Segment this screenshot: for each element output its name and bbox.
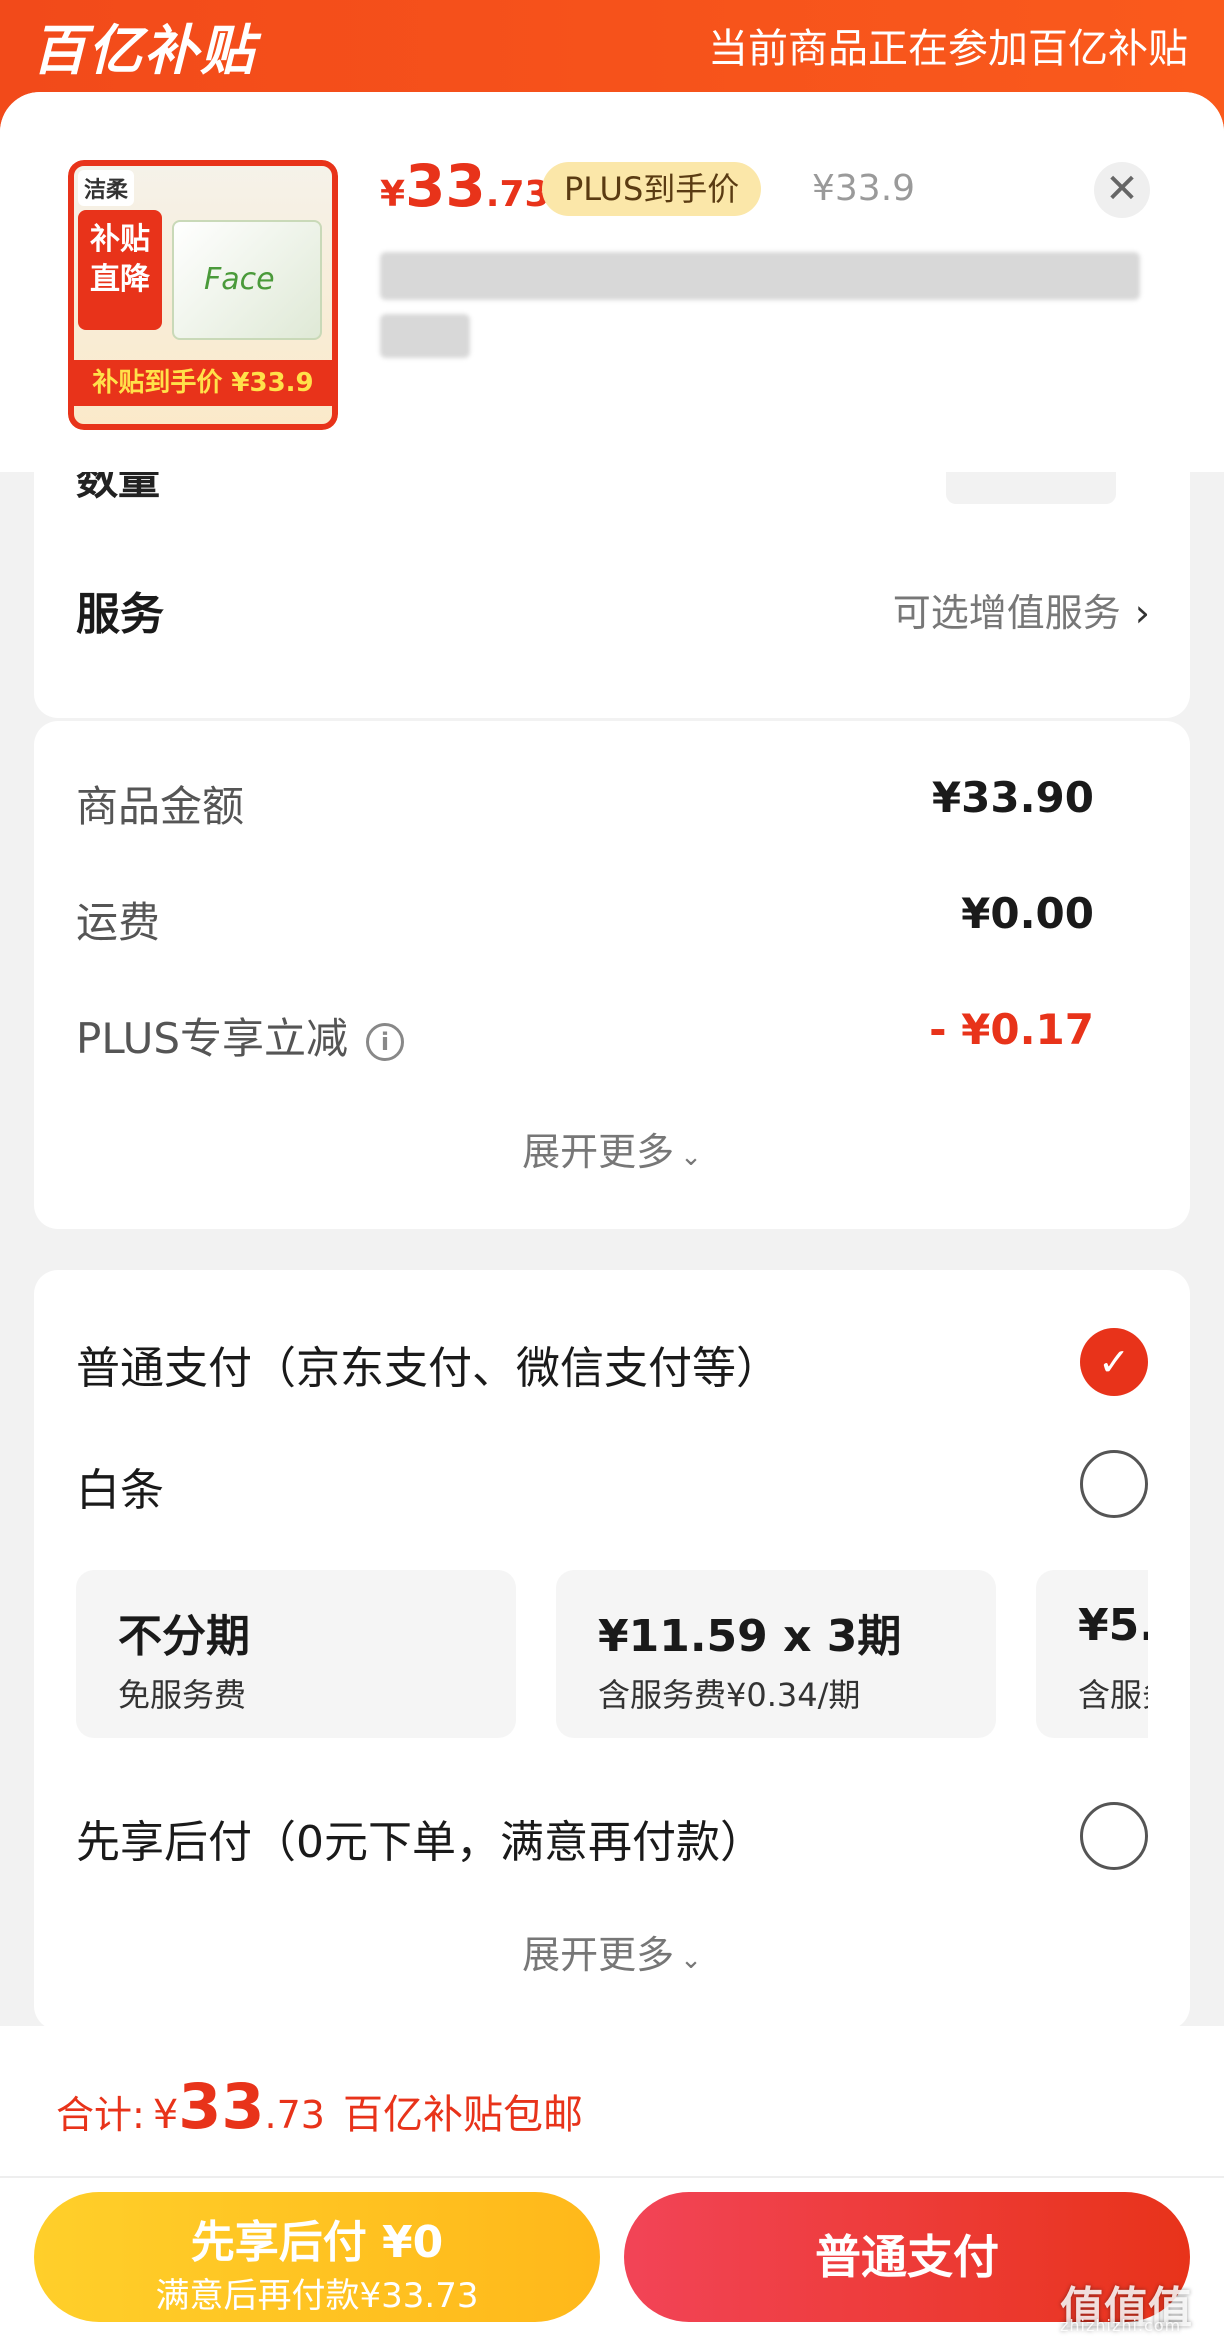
payment-option-normal-label[interactable]: 普通支付（京东支付、微信支付等） xyxy=(76,1332,780,1396)
product-image[interactable]: 洁柔 补贴直降 Face 补贴到手价 ¥33.9 xyxy=(68,160,338,430)
product-header: 洁柔 补贴直降 Face 补贴到手价 ¥33.9 ¥33.73 PLUS到手价 … xyxy=(0,92,1224,472)
expand-label: 展开更多 xyxy=(522,1130,675,1174)
free-shipping-note: 百亿补贴包邮 xyxy=(342,2092,583,2138)
plus-price-badge: PLUS到手价 xyxy=(542,162,762,216)
product-title-blurred xyxy=(380,252,1160,362)
price-currency: ¥ xyxy=(380,174,406,215)
image-price-strip: 补贴到手价 ¥33.9 xyxy=(68,360,338,406)
summary-label-plus-discount: PLUS专享立减 i xyxy=(76,1005,405,1066)
installment-plan-none[interactable]: 不分期 免服务费 xyxy=(76,1570,516,1738)
total-decimal: .73 xyxy=(264,2093,325,2137)
summary-value-shipping: ¥0.00 xyxy=(961,889,1094,938)
image-pack-label: Face xyxy=(204,262,275,297)
service-card: 服务 可选增值服务 › xyxy=(34,522,1190,718)
plan-subtitle: 含服务费¥0.34/期 xyxy=(598,1676,861,1714)
image-subsidy-tag: 补贴直降 xyxy=(78,210,162,330)
chevron-down-icon: ⌄ xyxy=(680,1142,702,1172)
service-label: 服务 xyxy=(76,589,164,640)
summary-expand-button[interactable]: 展开更多 ⌄ xyxy=(34,1121,1190,1176)
pay-later-subtitle: 满意后再付款¥33.73 xyxy=(155,2276,479,2316)
price-decimal: .73 xyxy=(485,174,550,215)
plan-title: ¥11.59 x 3期 xyxy=(598,1611,902,1662)
plan-subtitle: 含服务费 xyxy=(1078,1676,1148,1714)
info-icon[interactable]: i xyxy=(366,1022,405,1061)
action-bar: 先享后付 ¥0 满意后再付款¥33.73 普通支付 xyxy=(0,2176,1224,2337)
summary-value-goods: ¥33.90 xyxy=(931,773,1094,822)
pay-later-title: 先享后付 ¥0 xyxy=(190,2217,444,2268)
expand-label: 展开更多 xyxy=(522,1933,675,1977)
plan-title: 不分期 xyxy=(118,1611,250,1662)
quantity-label: 数量 xyxy=(76,472,161,504)
price-summary-card: 商品金额 ¥33.90 运费 ¥0.00 PLUS专享立减 i - ¥0.17 展… xyxy=(34,721,1190,1229)
radio-baitiao[interactable] xyxy=(1080,1450,1148,1518)
order-sheet: 洁柔 补贴直降 Face 补贴到手价 ¥33.9 ¥33.73 PLUS到手价 … xyxy=(0,92,1224,2337)
service-hint: 可选增值服务 xyxy=(892,591,1121,635)
plan-title: ¥5.9 xyxy=(1078,1600,1148,1651)
current-price: ¥33.73 xyxy=(380,152,550,220)
summary-value-plus-discount: - ¥0.17 xyxy=(929,1005,1094,1054)
chevron-right-icon: › xyxy=(1134,591,1150,635)
radio-paylater[interactable] xyxy=(1080,1802,1148,1870)
plus-discount-text: PLUS专享立减 xyxy=(76,1014,349,1063)
quantity-row: 数量 xyxy=(34,472,1190,522)
original-price: ¥33.9 xyxy=(812,168,916,209)
payment-method-card: 普通支付（京东支付、微信支付等） ✓ 白条 不分期 免服务费 ¥11.59 x … xyxy=(34,1270,1190,2030)
service-selector[interactable]: 可选增值服务 › xyxy=(893,582,1150,637)
summary-label-shipping: 运费 xyxy=(76,898,161,947)
total-currency: ¥ xyxy=(152,2092,179,2138)
total-integer: 33 xyxy=(178,2070,265,2143)
payment-expand-button[interactable]: 展开更多 ⌄ xyxy=(34,1924,1190,1979)
payment-option-paylater-label[interactable]: 先享后付（0元下单，满意再付款） xyxy=(76,1806,764,1870)
plan-subtitle: 免服务费 xyxy=(118,1676,247,1714)
installment-plan-6[interactable]: ¥5.9 含服务费 xyxy=(1036,1570,1148,1738)
price-integer: 33 xyxy=(405,152,486,220)
summary-label-goods: 商品金额 xyxy=(76,782,245,831)
installment-plan-3[interactable]: ¥11.59 x 3期 含服务费¥0.34/期 xyxy=(556,1570,996,1738)
total-label: 合计: xyxy=(56,2093,145,2137)
watermark-domain: zhizhizhi.com xyxy=(1060,2316,1182,2335)
pay-later-button[interactable]: 先享后付 ¥0 满意后再付款¥33.73 xyxy=(34,2192,600,2322)
close-icon[interactable]: ✕ xyxy=(1094,162,1150,218)
chevron-down-icon: ⌄ xyxy=(680,1945,702,1975)
subsidy-logo: 百亿补贴 xyxy=(32,19,256,82)
order-total: 合计: ¥33.73 百亿补贴包邮 xyxy=(56,2070,583,2143)
payment-option-baitiao-label[interactable]: 白条 xyxy=(76,1454,164,1518)
check-icon[interactable]: ✓ xyxy=(1080,1328,1148,1396)
site-watermark: 值值值 zhizhizhi.com xyxy=(1060,2272,1220,2335)
image-brand-label: 洁柔 xyxy=(78,170,135,206)
subsidy-notice: 当前商品正在参加百亿补贴 xyxy=(708,26,1188,72)
image-tissue-pack: Face xyxy=(172,220,322,340)
total-bar: 合计: ¥33.73 百亿补贴包邮 xyxy=(0,2026,1224,2176)
quantity-stepper[interactable] xyxy=(946,472,1116,504)
